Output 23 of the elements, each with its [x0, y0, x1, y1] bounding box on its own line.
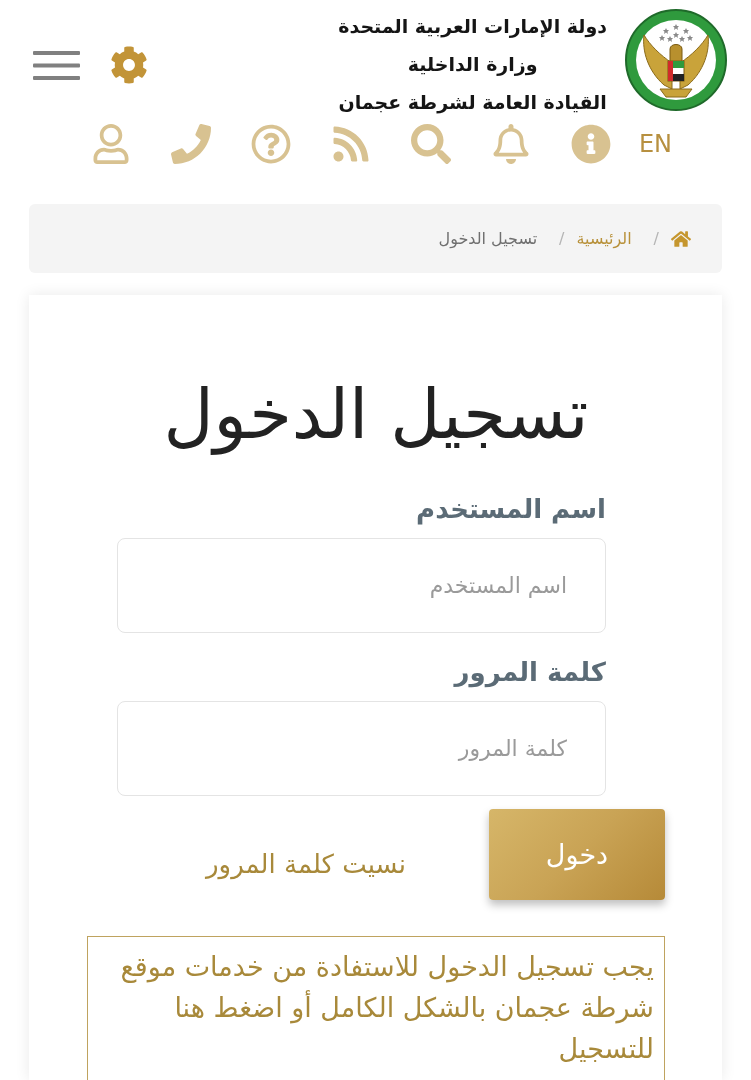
help-icon[interactable]	[250, 124, 291, 164]
header-title: دولة الإمارات العربية المتحدة	[338, 14, 607, 40]
phone-icon[interactable]	[170, 124, 211, 164]
forgot-password-link[interactable]: نسيت كلمة المرور	[206, 848, 406, 879]
menu-icon[interactable]	[33, 50, 80, 80]
breadcrumb-separator: /	[559, 229, 565, 248]
login-notice: يجب تسجيل الدخول للاستفادة من خدمات موقع شرطة عجمان بالشكل الكامل أو اضغط هنا للتسجيل	[87, 936, 665, 1080]
login-button[interactable]: دخول	[489, 809, 665, 900]
language-button[interactable]: EN	[638, 129, 672, 159]
input-field[interactable]: اسم المستخدم	[117, 538, 606, 633]
header-title: وزارة الداخلية	[407, 52, 538, 78]
info-icon[interactable]	[570, 124, 611, 164]
home-icon[interactable]	[671, 229, 691, 248]
breadcrumb-separator: /	[653, 229, 659, 248]
settings-icon[interactable]	[110, 46, 148, 84]
field-label: كلمة المرور	[452, 656, 606, 690]
header-title: القيادة العامة لشرطة عجمان	[338, 90, 607, 116]
input-field[interactable]: كلمة المرور	[117, 701, 606, 796]
search-icon[interactable]	[410, 124, 451, 164]
breadcrumb-current-page: تسجيل الدخول	[438, 229, 538, 248]
field-label: اسم المستخدم	[415, 493, 606, 527]
breadcrumb-link[interactable]: الرئيسية	[576, 229, 632, 248]
login-title: تسجيل الدخول	[162, 373, 590, 457]
